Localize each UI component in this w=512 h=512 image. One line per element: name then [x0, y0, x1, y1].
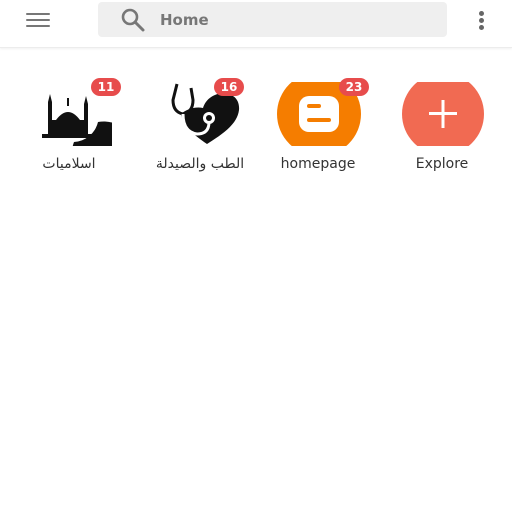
- tile-label: Explore: [415, 156, 469, 172]
- search-icon: [121, 8, 145, 32]
- plus-circle-icon: [402, 82, 484, 146]
- notification-badge: 16: [214, 78, 244, 96]
- tile-islamiyat[interactable]: 11 اسلاميات: [9, 76, 129, 186]
- search-input[interactable]: [160, 7, 430, 33]
- tile-label: الطب والصيدلة: [155, 156, 245, 172]
- search-bar[interactable]: [98, 2, 447, 37]
- tile-explore[interactable]: Explore: [382, 76, 502, 186]
- notification-badge: 23: [339, 78, 369, 96]
- tile-label: اسلاميات: [42, 156, 96, 172]
- tile-label: homepage: [280, 156, 356, 172]
- top-app-bar: [0, 0, 512, 48]
- tile-medicine-pharmacy[interactable]: 16 الطب والصيدلة: [140, 76, 260, 186]
- more-vertical-icon[interactable]: [474, 9, 490, 31]
- hamburger-menu-icon[interactable]: [24, 10, 54, 30]
- tile-homepage[interactable]: 23 homepage: [258, 76, 378, 186]
- notification-badge: 11: [91, 78, 121, 96]
